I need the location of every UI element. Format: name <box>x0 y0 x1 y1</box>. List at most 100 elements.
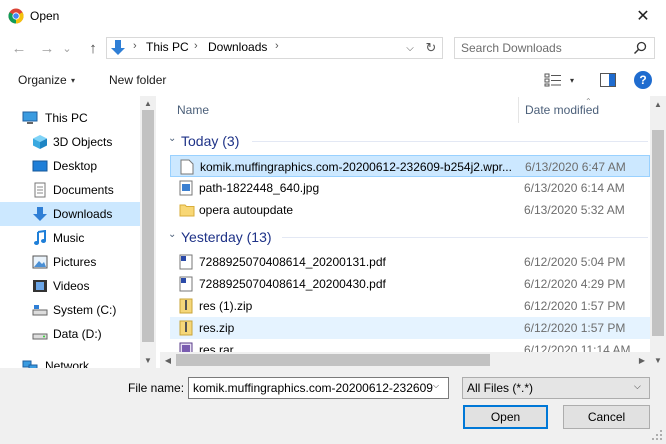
sidebar-item-documents[interactable]: Documents <box>0 178 140 202</box>
image-file-icon <box>179 180 193 196</box>
new-folder-button[interactable]: New folder <box>109 73 166 87</box>
group-header-today[interactable]: Today (3) <box>181 133 239 149</box>
sidebar-item-label: Pictures <box>53 255 97 269</box>
cancel-button[interactable]: Cancel <box>563 405 650 429</box>
sidebar-item-label: Music <box>53 231 85 245</box>
drive-icon <box>32 305 48 316</box>
folder-icon <box>179 204 195 217</box>
chevron-down-icon[interactable]: ⌵ <box>634 381 641 392</box>
chevron-down-icon[interactable]: ⌵ <box>433 381 439 391</box>
rar-icon <box>179 342 193 352</box>
file-row[interactable]: res (1).zip 6/12/2020 1:57 PM <box>170 295 650 317</box>
file-name: res.rar <box>199 343 234 352</box>
column-header-name[interactable]: Name <box>177 103 209 117</box>
refresh-button[interactable]: ↻ <box>421 38 441 58</box>
sidebar-item-music[interactable]: Music <box>0 226 140 250</box>
sidebar-item-label: Network <box>45 359 90 368</box>
pictures-icon <box>32 255 48 269</box>
file-row[interactable]: 7288925070408614_20200430.pdf 6/12/2020 … <box>170 273 650 295</box>
breadcrumb-separator: › <box>275 40 279 52</box>
column-divider[interactable] <box>518 97 519 123</box>
search-icon <box>633 41 647 55</box>
sidebar-scrollbar-thumb[interactable] <box>142 110 154 342</box>
search-box[interactable] <box>454 37 655 59</box>
file-name: 7288925070408614_20200430.pdf <box>199 277 386 291</box>
sidebar-item-pictures[interactable]: Pictures <box>0 250 140 274</box>
file-name: opera autoupdate <box>199 203 294 217</box>
sidebar-item-system-c[interactable]: System (C:) <box>0 298 140 322</box>
music-icon <box>34 230 46 245</box>
organize-button[interactable]: Organize <box>18 73 67 87</box>
recent-locations-button[interactable]: ⌄ <box>60 38 74 58</box>
scroll-right-icon[interactable]: ▶ <box>634 352 650 368</box>
file-name: komik.muffingraphics.com-20200612-232609… <box>200 160 512 174</box>
scroll-up-icon[interactable]: ▲ <box>650 96 666 112</box>
close-icon: ✕ <box>636 8 650 25</box>
file-name-input[interactable] <box>193 381 433 395</box>
sidebar-item-label: This PC <box>45 111 88 125</box>
file-date: 6/12/2020 1:57 PM <box>524 321 626 335</box>
network-icon <box>22 360 38 368</box>
address-dropdown-button[interactable]: ⌵ <box>402 39 418 57</box>
zip-icon <box>179 298 193 314</box>
breadcrumb-this-pc[interactable]: This PC <box>146 40 189 54</box>
group-divider <box>282 237 648 238</box>
resize-grip-icon[interactable] <box>650 428 664 442</box>
file-row[interactable]: res.zip 6/12/2020 1:57 PM <box>170 317 650 339</box>
scroll-up-icon[interactable]: ▲ <box>140 96 156 110</box>
file-row[interactable]: opera autoupdate 6/13/2020 5:32 AM <box>170 199 650 221</box>
chrome-icon <box>8 8 24 24</box>
pdf-icon <box>179 276 193 292</box>
sidebar-item-network[interactable]: Network <box>0 354 140 368</box>
sidebar-item-this-pc[interactable]: This PC <box>0 106 140 130</box>
sidebar-item-label: Documents <box>53 183 114 197</box>
preview-pane-icon[interactable] <box>600 73 616 87</box>
scroll-down-icon[interactable]: ▼ <box>140 352 156 368</box>
forward-button[interactable]: → <box>36 38 58 58</box>
navigation-pane: This PC 3D Objects Desktop Documents Dow… <box>0 96 156 368</box>
cube-icon <box>33 135 47 149</box>
file-date: 6/13/2020 6:14 AM <box>524 181 625 195</box>
sidebar-item-downloads[interactable]: Downloads <box>0 202 140 226</box>
sidebar-item-3d-objects[interactable]: 3D Objects <box>0 130 140 154</box>
sidebar-item-desktop[interactable]: Desktop <box>0 154 140 178</box>
open-button[interactable]: Open <box>463 405 548 429</box>
chevron-down-icon[interactable]: ⌄ <box>168 229 176 240</box>
file-row[interactable]: path-1822448_640.jpg 6/13/2020 6:14 AM <box>170 177 650 199</box>
sidebar-item-label: 3D Objects <box>53 135 113 149</box>
sidebar-item-data-d[interactable]: Data (D:) <box>0 322 140 346</box>
chevron-down-icon[interactable]: ⌄ <box>168 133 176 144</box>
file-date: 6/13/2020 5:32 AM <box>524 203 625 217</box>
file-date: 6/12/2020 4:29 PM <box>524 277 626 291</box>
close-button[interactable]: ✕ <box>620 0 666 32</box>
sidebar-item-label: Desktop <box>53 159 98 173</box>
column-header-date-modified[interactable]: Date modified <box>525 103 599 117</box>
file-row[interactable]: 7288925070408614_20200131.pdf 6/12/2020 … <box>170 251 650 273</box>
help-icon[interactable]: ? <box>634 71 652 89</box>
file-name-combobox[interactable] <box>188 377 449 399</box>
file-name: res.zip <box>199 321 235 335</box>
drive-icon <box>32 333 48 340</box>
file-row[interactable]: komik.muffingraphics.com-20200612-232609… <box>170 155 650 177</box>
download-icon <box>33 207 47 221</box>
caret-down-icon[interactable]: ▾ <box>570 76 574 85</box>
scroll-down-icon[interactable]: ▼ <box>650 352 666 368</box>
file-name: 7288925070408614_20200131.pdf <box>199 255 386 269</box>
file-type-value: All Files (*.*) <box>467 381 534 395</box>
group-header-yesterday[interactable]: Yesterday (13) <box>181 229 272 245</box>
breadcrumb-downloads[interactable]: Downloads <box>208 40 267 54</box>
file-date: 6/13/2020 6:47 AM <box>525 160 626 174</box>
up-button[interactable]: ↑ <box>82 38 104 58</box>
caret-down-icon: ▾ <box>71 76 76 85</box>
search-input[interactable] <box>461 41 631 55</box>
refresh-icon: ↻ <box>425 40 437 55</box>
back-button[interactable]: ← <box>8 38 30 58</box>
sidebar-item-videos[interactable]: Videos <box>0 274 140 298</box>
vertical-scrollbar-thumb[interactable] <box>652 130 664 336</box>
file-row[interactable]: res.rar 6/12/2020 11:14 AM <box>170 339 650 352</box>
document-icon <box>34 182 46 198</box>
horizontal-scrollbar-thumb[interactable] <box>176 354 490 366</box>
forward-arrow-icon: → <box>39 39 55 57</box>
view-options-icon[interactable] <box>544 73 562 87</box>
scroll-left-icon[interactable]: ◀ <box>160 352 176 368</box>
